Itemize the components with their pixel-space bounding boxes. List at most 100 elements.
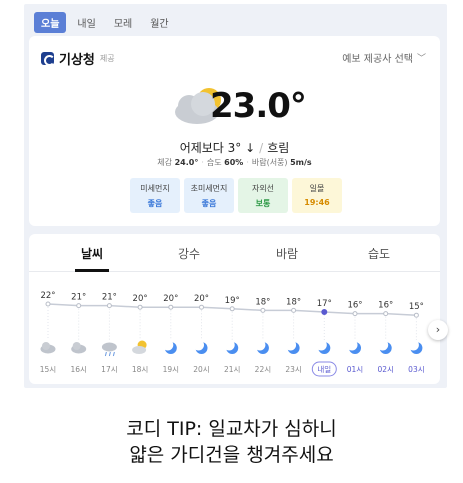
badge-fine-dust[interactable]: 미세먼지 좋음 [130,178,180,213]
hour-label: 23시 [285,365,301,374]
badge-value: 좋음 [147,199,163,208]
temperature-label: 22° [40,291,55,301]
rain-drop [112,351,115,357]
temperature-point [291,307,297,313]
temperature-point [260,307,266,313]
badge-title: 미세먼지 [140,184,170,193]
humidity-label: 습도 [206,158,222,167]
temperature-label: 18° [286,297,301,307]
badge-ultrafine-dust[interactable]: 초미세먼지 좋음 [184,178,234,213]
moon-cutout [315,339,327,351]
temperature-label: 16° [347,301,362,311]
temperature-point [137,304,143,310]
provider-select-label: 예보 제공사 선택 [342,54,413,65]
hourly-tabs: 날씨 강수 바람 습도 [29,234,440,272]
temperature-point [45,301,51,307]
badge-title: 초미세먼지 [190,184,228,193]
temperature-point [106,303,112,309]
air-quality-badges: 미세먼지 좋음 초미세먼지 좋음 자외선 보통 일몰 19:46 [130,178,342,213]
temperature-label: 21° [71,293,86,303]
provider-name: 기상청 [59,53,95,68]
hour-label: 19시 [163,365,179,374]
temperature-label: 19° [225,296,240,306]
temperature-label: 20° [194,294,209,304]
tab-humidity[interactable]: 습도 [349,245,409,262]
provider-sub: 제공 [99,54,115,63]
moon-cutout [377,339,389,351]
rain-drop [108,351,111,357]
condition-text: 흐림 [267,141,290,155]
badge-uv[interactable]: 자외선 보통 [238,178,288,213]
provider-info: 기상청 제공 [41,49,115,68]
tab-wind[interactable]: 바람 [257,245,317,262]
chevron-down-icon: ﹀ [416,54,426,64]
tab-precipitation[interactable]: 강수 [159,245,219,262]
badge-title: 자외선 [251,184,275,193]
badge-value: 좋음 [201,199,217,208]
current-weather-card: 기상청 제공 예보 제공사 선택 ﹀ 23.0° 어제보다 3° ↓ / 흐림 체감… [29,36,440,226]
badge-value: 보통 [255,199,271,208]
temperature-label: 17° [317,299,332,309]
rain-cloud-icon [101,342,117,352]
hour-label: 17시 [101,365,117,374]
current-temperature: 23.0° [210,86,307,126]
moon-cutout [346,339,358,351]
hour-label: 16시 [70,365,86,374]
wind-label: 바람(서풍) [251,158,288,167]
badge-sunset[interactable]: 일몰 19:46 [292,178,342,213]
partly-sunny-icon [132,346,147,354]
hour-label: 03시 [408,365,424,374]
dot-separator: · [201,158,204,167]
dot-separator: · [246,158,249,167]
tab-weather[interactable]: 날씨 [62,245,122,262]
feels-value: 24.0° [174,158,199,167]
rain-drop [104,351,107,357]
temperature-point [352,311,358,317]
hourly-forecast-card: 날씨 강수 바람 습도 22° 15시 21° 16시 21° 17시 20° 18시 20° 1… [29,234,440,384]
hour-label: 20시 [193,365,209,374]
moon-cutout [223,339,235,351]
moon-cutout [193,339,204,351]
temperature-label: 16° [378,301,393,311]
tab-tomorrow[interactable]: 내일 [70,12,102,33]
hour-label: 01시 [347,365,363,374]
hour-label: 22시 [255,365,271,374]
hour-label: 내일 [317,365,331,374]
temperature-point [413,312,419,318]
moon-cutout [162,339,174,351]
temperature-point [229,306,235,312]
temp-comparison: 어제보다 3° ↓ / 흐림 [29,139,440,156]
moon-cutout [407,339,419,351]
tab-monthly[interactable]: 월간 [143,12,175,33]
hourly-temperature-chart: 22° 15시 21° 16시 21° 17시 20° 18시 20° 19시 20° 20시 19° 2… [40,291,425,377]
next-hours-button[interactable]: › [428,320,448,340]
temperature-label: 18° [255,297,270,307]
tab-today[interactable]: 오늘 [34,12,67,33]
temperature-point [383,311,389,317]
feels-label: 체감 [157,158,173,167]
hour-label: 21시 [224,365,240,374]
humidity-value: 60% [224,158,244,167]
day-tabs: 오늘 내일 모레 월간 [34,12,176,33]
temperature-label: 20° [133,294,148,304]
temperature-label: 21° [102,293,117,303]
compare-yesterday: 어제보다 3° ↓ [179,141,256,155]
provider-select-button[interactable]: 예보 제공사 선택 ﹀ [342,50,426,65]
temperature-point [76,303,82,309]
weather-details: 체감 24.0° · 습도 60% · 바람(서풍) 5m/s [29,157,440,168]
cloud-puff [72,342,81,350]
tip-line-2: 얇은 가디건을 챙겨주세요 [129,444,334,466]
wind-value: 5m/s [290,158,312,167]
tab-day-after[interactable]: 모레 [107,12,139,33]
weather-panel: 오늘 내일 모레 월간 기상청 제공 예보 제공사 선택 ﹀ 23.0° 어제보… [24,4,447,388]
moon-cutout [254,339,266,351]
temperature-point [168,304,174,310]
temperature-point [199,304,204,310]
hour-label: 15시 [40,365,56,374]
moon-cutout [285,339,297,351]
hour-label: 18시 [132,365,148,374]
temperature-label: 15° [409,302,424,312]
tip-line-1: 코디 TIP: 일교차가 심하니 [126,418,337,440]
divider: / [259,141,264,155]
badge-value: 19:46 [304,198,330,207]
